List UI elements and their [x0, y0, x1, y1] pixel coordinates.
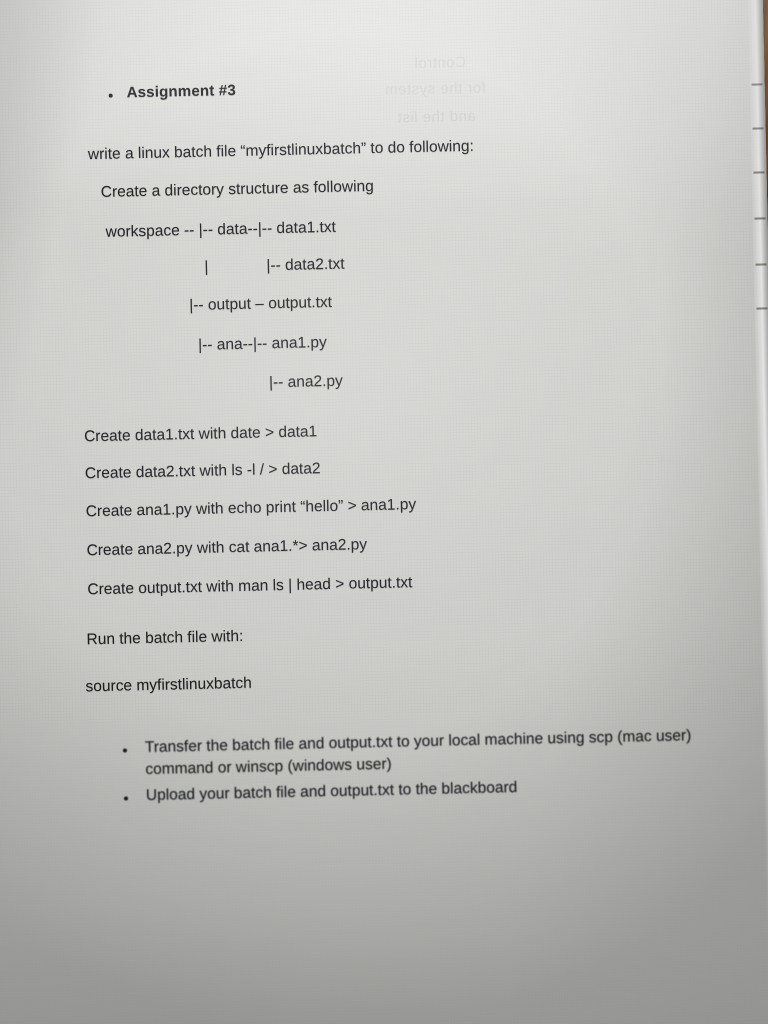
paper-sheet: Control for the system and the list Assi… [0, 0, 768, 1024]
photographed-document: Control for the system and the list Assi… [0, 0, 768, 1024]
paper-lighting-vignette [0, 0, 768, 1024]
